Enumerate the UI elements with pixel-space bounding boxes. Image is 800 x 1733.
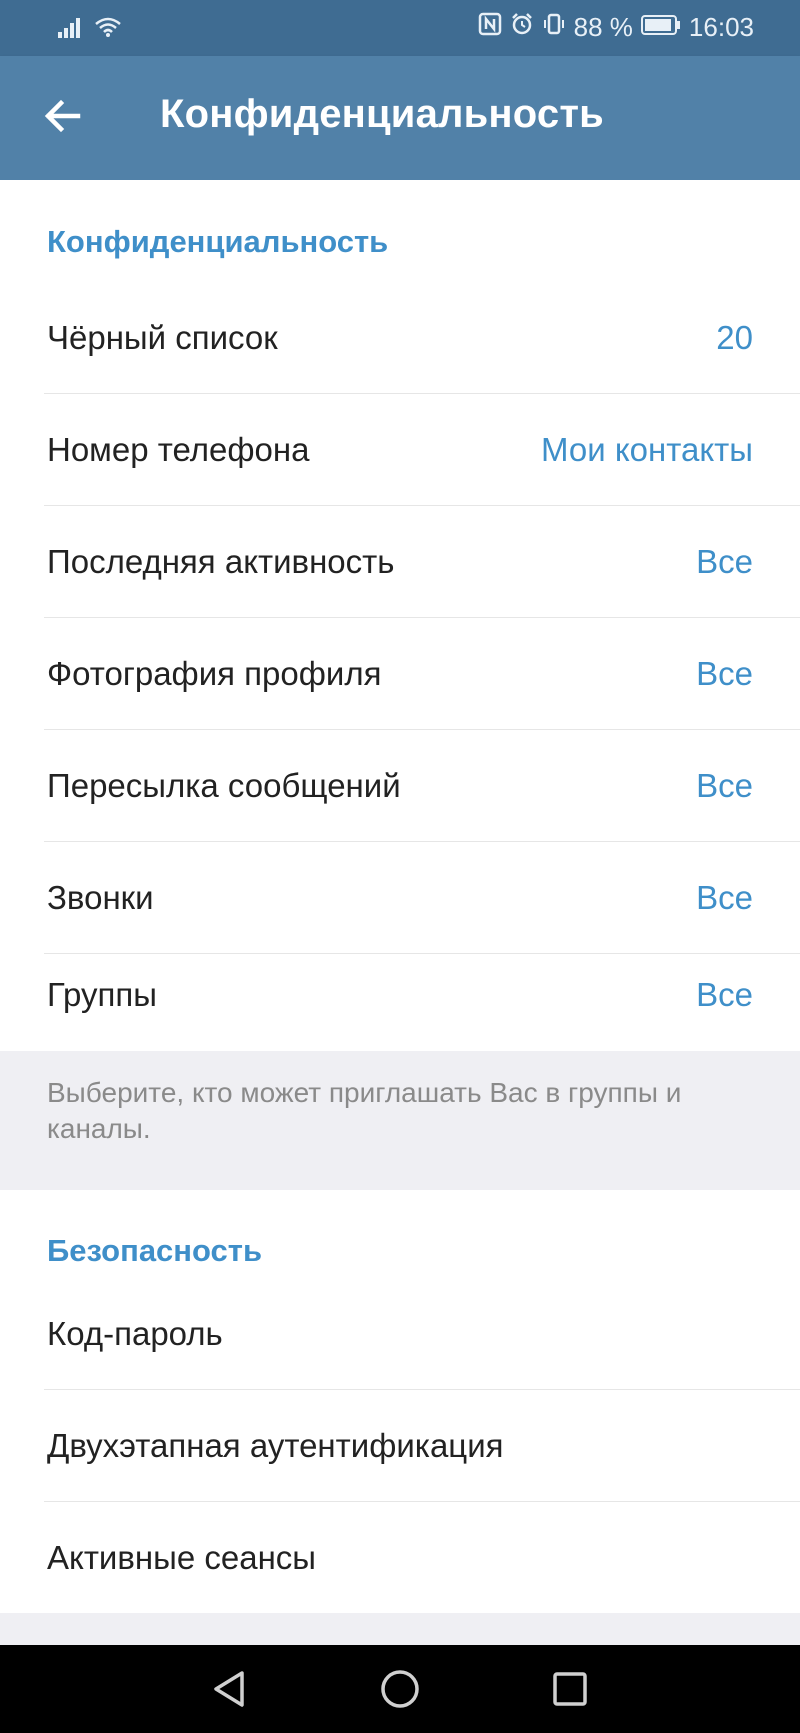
security-section-header: Безопасность: [47, 1233, 263, 1268]
privacy-item-value: Все: [696, 543, 753, 580]
recents-square-icon[interactable]: [548, 1667, 592, 1711]
nfc-icon: [478, 12, 502, 43]
privacy-item-phone-number[interactable]: Номер телефона Мои контакты: [0, 394, 800, 506]
battery-percent: 88 %: [573, 12, 633, 42]
privacy-item-value: 20: [716, 319, 753, 356]
privacy-item-label: Звонки: [47, 879, 154, 916]
navigation-bar: [0, 1645, 800, 1733]
privacy-item-profile-photo[interactable]: Фотография профиля Все: [0, 618, 800, 730]
security-section: Безопасность Код-пароль Двухэтапная ауте…: [0, 1190, 800, 1613]
privacy-item-forwarding[interactable]: Пересылка сообщений Все: [0, 730, 800, 842]
app-bar: Конфиденциальность: [0, 56, 800, 180]
page-title: Конфиденциальность: [160, 92, 604, 136]
privacy-item-groups[interactable]: Группы Все: [0, 939, 800, 1051]
home-circle-icon[interactable]: [378, 1667, 422, 1711]
privacy-item-label: Номер телефона: [47, 431, 310, 468]
back-triangle-icon[interactable]: [208, 1667, 252, 1711]
privacy-item-value: Все: [696, 655, 753, 692]
security-item-two-step[interactable]: Двухэтапная аутентификация: [0, 1390, 800, 1502]
security-item-label: Двухэтапная аутентификация: [47, 1427, 504, 1464]
battery-icon: [640, 12, 681, 43]
privacy-item-blacklist[interactable]: Чёрный список 20: [0, 282, 800, 394]
privacy-item-label: Чёрный список: [47, 319, 278, 356]
privacy-section: Конфиденциальность Чёрный список 20 Номе…: [0, 180, 800, 1051]
wifi-icon: [94, 14, 122, 45]
security-item-active-sessions[interactable]: Активные сеансы: [0, 1502, 800, 1614]
privacy-item-value: Все: [696, 879, 753, 916]
privacy-section-header: Конфиденциальность: [47, 224, 389, 259]
privacy-item-calls[interactable]: Звонки Все: [0, 842, 800, 954]
security-item-passcode[interactable]: Код-пароль: [0, 1278, 800, 1390]
back-button[interactable]: [30, 86, 94, 150]
privacy-item-label: Пересылка сообщений: [47, 767, 401, 804]
privacy-item-value: Мои контакты: [541, 431, 753, 468]
clock: 16:03: [688, 12, 754, 42]
privacy-item-label: Фотография профиля: [47, 655, 382, 692]
privacy-item-label: Последняя активность: [47, 543, 395, 580]
privacy-item-label: Группы: [47, 976, 157, 1013]
security-item-label: Код-пароль: [47, 1315, 223, 1352]
arrow-left-icon: [42, 96, 82, 141]
groups-hint-text: Выберите, кто может приглашать Вас в гру…: [47, 1077, 682, 1144]
vibrate-icon: [542, 12, 566, 43]
privacy-item-last-seen[interactable]: Последняя активность Все: [0, 506, 800, 618]
status-bar: 88 % 16:03: [0, 0, 800, 56]
security-item-label: Активные сеансы: [47, 1539, 317, 1576]
privacy-item-value: Все: [696, 767, 753, 804]
signal-icon: [58, 14, 84, 45]
alarm-icon: [510, 12, 534, 43]
privacy-item-value: Все: [696, 976, 753, 1013]
